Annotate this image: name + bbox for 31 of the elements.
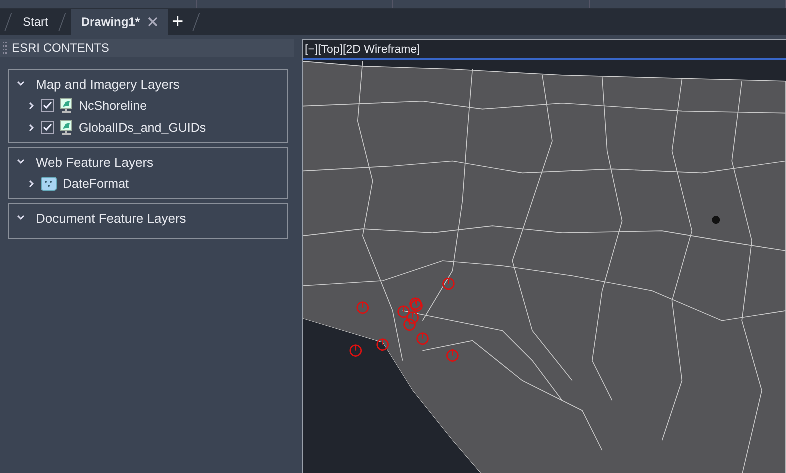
checkbox[interactable] (41, 121, 54, 134)
close-icon[interactable] (148, 17, 158, 27)
group-header[interactable]: Web Feature Layers (9, 148, 287, 170)
chevron-icon[interactable] (29, 124, 35, 132)
tab[interactable]: Start (17, 9, 54, 35)
power-marker-icon[interactable] (416, 332, 429, 345)
point-marker-icon[interactable] (712, 216, 720, 224)
tab[interactable]: Drawing1* (71, 9, 168, 35)
group-header[interactable]: Document Feature Layers (9, 204, 287, 226)
monitor-icon (60, 120, 73, 136)
new-tab-button[interactable]: + (168, 12, 188, 32)
power-marker-icon[interactable] (350, 344, 362, 357)
layer-name[interactable]: GlobalIDs_and_GUIDs (79, 120, 206, 134)
layer-name[interactable]: NcShoreline (79, 98, 148, 112)
power-marker-icon[interactable] (404, 318, 416, 332)
power-marker-icon[interactable] (446, 350, 459, 362)
monitor-icon (60, 98, 73, 114)
power-marker-icon[interactable] (356, 302, 370, 314)
grip-icon[interactable] (3, 42, 7, 54)
group-header[interactable]: Map and Imagery Layers (9, 70, 287, 92)
viewport-caption[interactable]: [−][Top][2D Wireframe] (303, 40, 786, 58)
panel-title: ESRI CONTENTS (12, 41, 110, 55)
layer-name[interactable]: DateFormat (63, 176, 129, 190)
power-marker-icon[interactable] (376, 338, 389, 351)
checkbox[interactable] (41, 99, 54, 112)
chevron-icon[interactable] (29, 102, 35, 110)
power-marker-icon[interactable] (442, 278, 455, 290)
power-marker-icon[interactable] (406, 312, 419, 324)
feature-layer-icon (41, 176, 57, 190)
chevron-icon[interactable] (29, 180, 35, 188)
power-marker-icon[interactable] (398, 306, 410, 318)
